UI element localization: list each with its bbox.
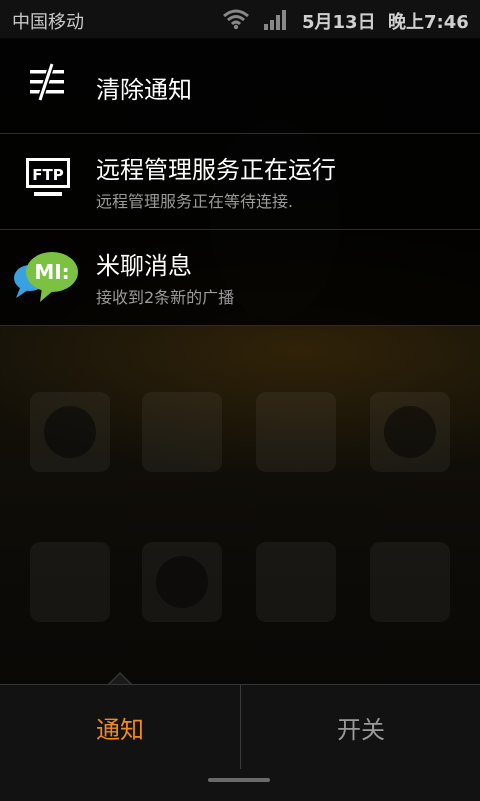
clear-notifications-icon (30, 63, 64, 101)
notification-title: 米聊消息 (96, 252, 192, 280)
background-app-icon (142, 542, 222, 622)
shade-drag-handle[interactable] (208, 778, 270, 782)
tab-switches[interactable]: 开关 (241, 685, 480, 769)
active-tab-pointer-fill (110, 674, 130, 684)
status-date: 5月13日 (302, 12, 376, 33)
ftp-icon: FTP (26, 158, 70, 196)
background-app-icon (370, 542, 450, 622)
notification-title: 远程管理服务正在运行 (96, 156, 336, 184)
tab-notifications[interactable]: 通知 (0, 685, 240, 769)
clear-notifications-label: 清除通知 (96, 76, 192, 104)
notification-list: 清除通知 FTP 远程管理服务正在运行 远程管理服务正在等待连接. MI: 米聊… (0, 38, 480, 326)
status-bar: 中国移动 5月13日 晚上7:46 (0, 0, 480, 39)
background-app-icon (256, 392, 336, 472)
background-app-icon (142, 392, 222, 472)
background-app-icon (30, 392, 110, 472)
signal-strength-icon (264, 10, 286, 30)
svg-text:FTP: FTP (32, 166, 63, 184)
background-app-icon (30, 542, 110, 622)
notification-item-miliao[interactable]: MI: 米聊消息 接收到2条新的广播 (0, 230, 480, 326)
notification-subtitle: 远程管理服务正在等待连接. (96, 192, 294, 211)
status-time: 晚上7:46 (388, 12, 469, 33)
bottom-tab-bar: 通知 开关 (0, 684, 480, 801)
svg-text:MI:: MI: (34, 260, 69, 284)
miliao-icon: MI: (14, 252, 78, 302)
carrier-name: 中国移动 (12, 12, 84, 33)
background-app-icon (256, 542, 336, 622)
background-app-grid (0, 380, 480, 670)
notification-item-remote-management[interactable]: FTP 远程管理服务正在运行 远程管理服务正在等待连接. (0, 134, 480, 230)
wifi-icon (223, 9, 249, 30)
clear-notifications-row[interactable]: 清除通知 (0, 38, 480, 134)
notification-subtitle: 接收到2条新的广播 (96, 288, 235, 307)
background-app-icon (370, 392, 450, 472)
